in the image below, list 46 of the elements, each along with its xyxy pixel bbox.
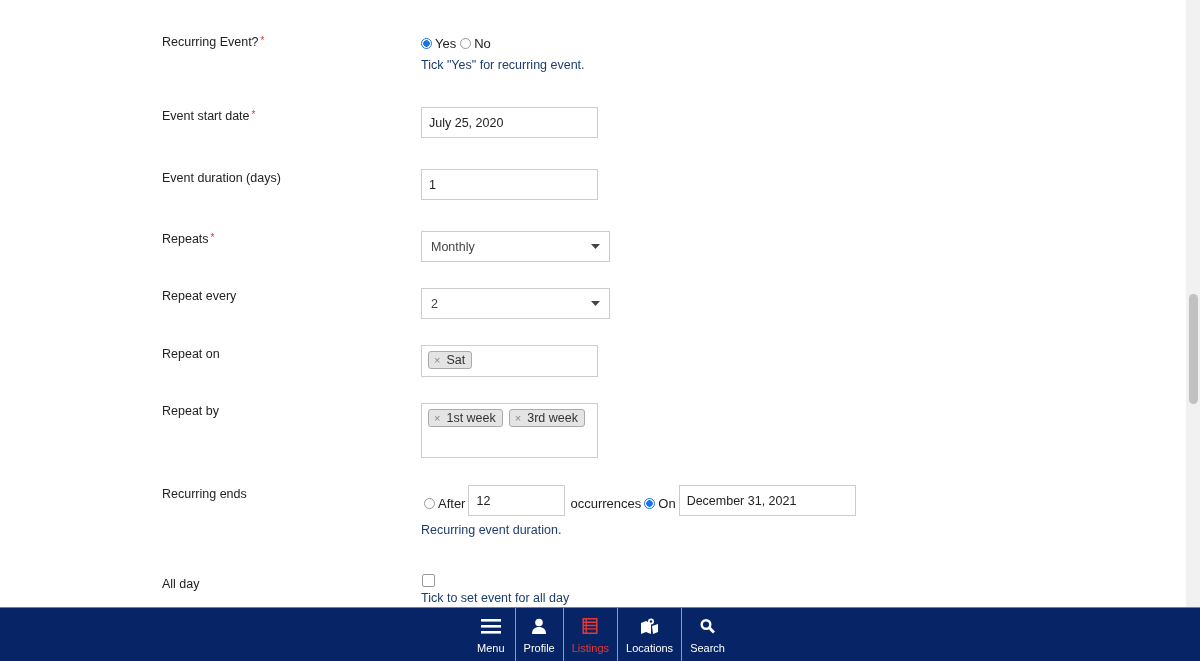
nav-tab[interactable]: Locations (617, 608, 682, 661)
radio-button[interactable] (460, 37, 472, 49)
field-label: Recurring ends (162, 486, 247, 501)
nav-tab[interactable]: Profile (514, 608, 563, 661)
nav-tab[interactable]: Menu (467, 608, 515, 661)
field-label: Repeats * (162, 231, 215, 246)
nav-tab[interactable]: Listings (562, 608, 618, 661)
scrollbar-thumb[interactable] (1189, 294, 1198, 404)
nav-tab[interactable]: Search (681, 608, 733, 661)
person-icon (531, 618, 548, 634)
field-label: All day (162, 577, 200, 591)
field-label: Repeat by (162, 403, 219, 418)
help-text: Tick to set event for all day (421, 591, 570, 605)
help-text: Tick "Yes" for recurring event. (421, 58, 585, 72)
field-label: Recurring Event? * (162, 35, 265, 49)
radio-button[interactable] (644, 498, 656, 509)
checkbox[interactable] (422, 574, 435, 587)
field-label: Event duration (days) (162, 170, 281, 185)
caret-icon (591, 244, 600, 249)
field-label: Event start date * (162, 108, 256, 123)
radio-label: On (658, 496, 676, 511)
map-pin-icon (641, 618, 659, 634)
tag-field[interactable]: × 1st week × 3rd week (421, 403, 598, 458)
suffix-label: occurrences (570, 496, 642, 511)
caret-icon (591, 301, 600, 306)
dropdown[interactable]: Monthly (421, 231, 610, 262)
field-label: Repeat on (162, 346, 220, 361)
radio-label: No (474, 35, 491, 51)
input-field[interactable]: December 31, 2021 (678, 485, 856, 516)
menu-icon (480, 618, 501, 634)
tag-field[interactable]: × Sat (421, 345, 598, 377)
field-label: Repeat every (162, 288, 237, 303)
tag-chip[interactable]: × 3rd week (508, 409, 585, 427)
list-icon (582, 618, 599, 634)
input-field[interactable]: July 25, 2020 (421, 107, 598, 138)
tag-chip[interactable]: × 1st week (428, 409, 503, 427)
input-field[interactable]: 1 (421, 169, 598, 200)
radio-label: Yes (435, 35, 457, 51)
tag-chip[interactable]: × Sat (428, 351, 473, 369)
search-icon (700, 618, 716, 634)
input-field[interactable]: 12 (468, 485, 566, 516)
radio-label: After (438, 496, 466, 511)
help-text: Recurring event duration. (421, 523, 563, 537)
dropdown[interactable]: 2 (421, 288, 610, 319)
radio-button[interactable] (424, 498, 435, 509)
radio-button[interactable] (421, 37, 432, 49)
